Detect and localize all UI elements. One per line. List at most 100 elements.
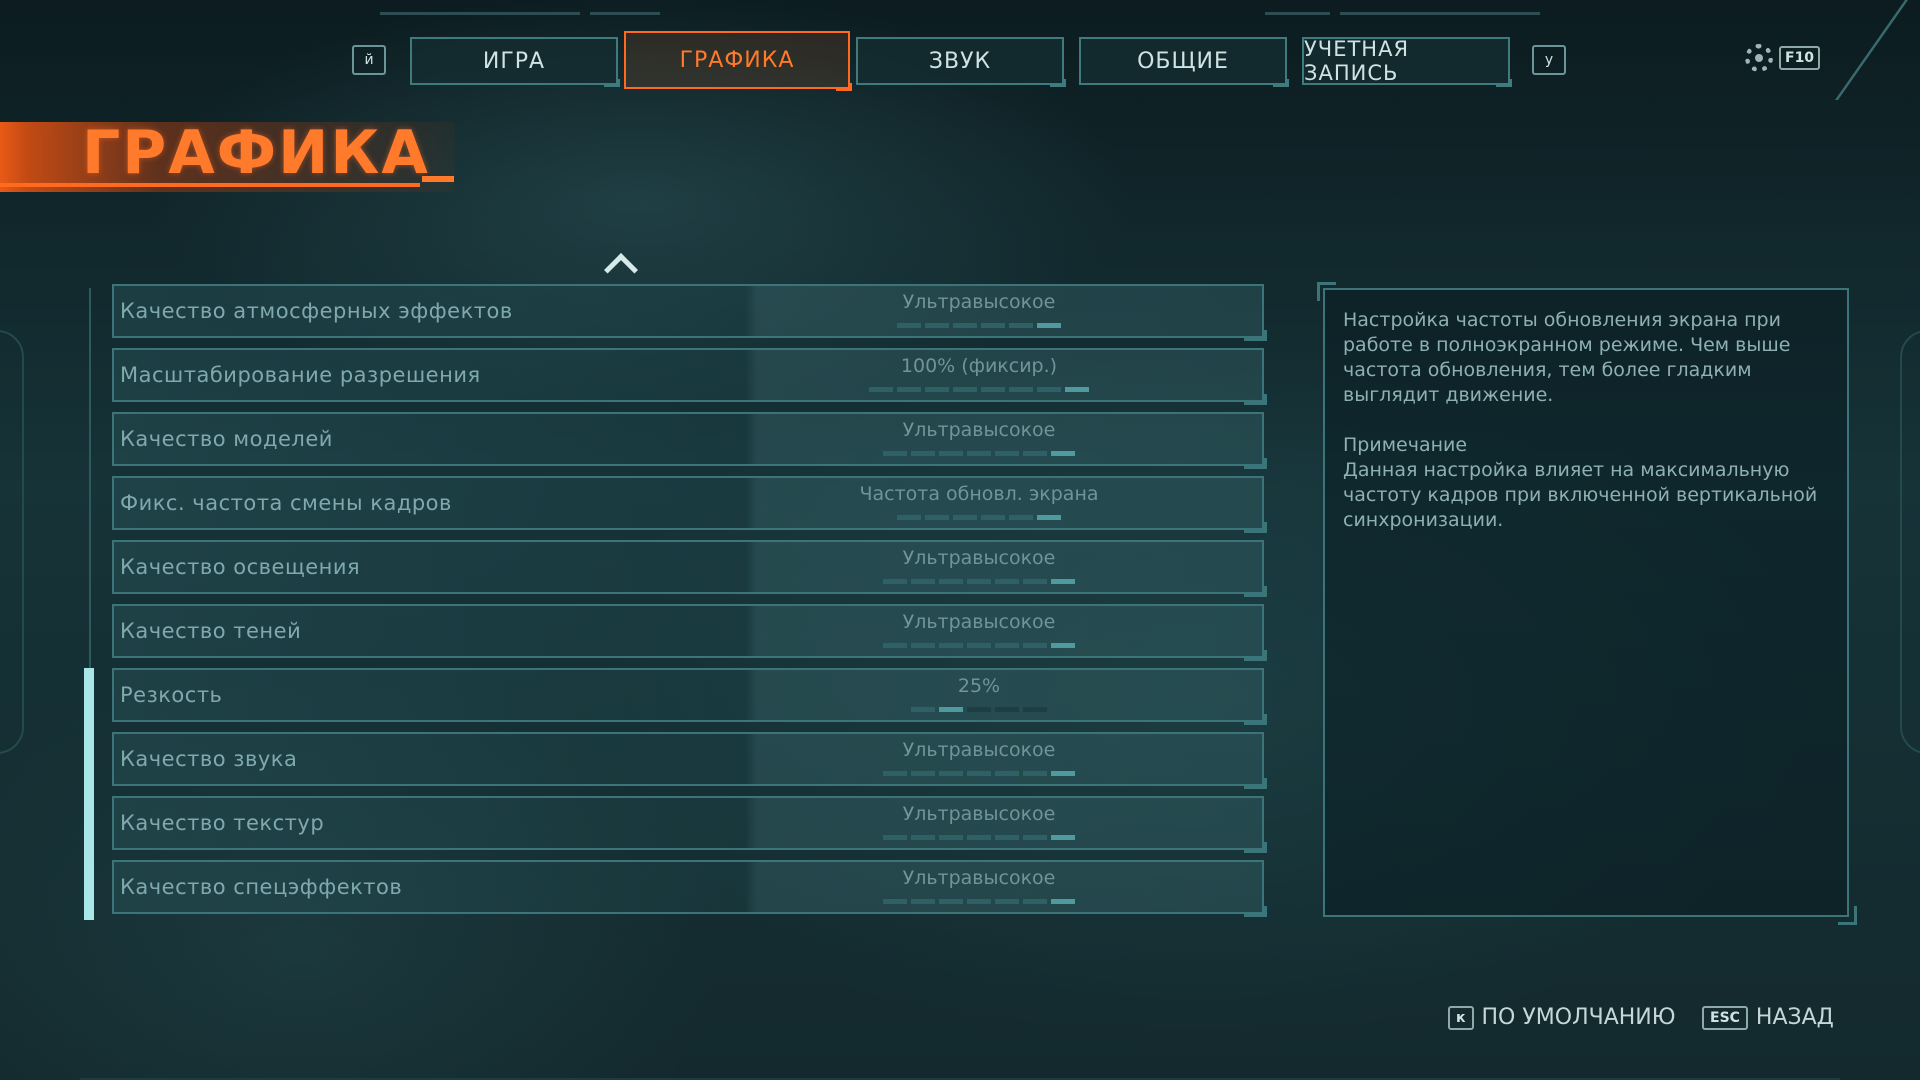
setting-row[interactable]: Качество спецэффектов Ультравысокое bbox=[112, 860, 1267, 917]
next-tab-key[interactable]: у bbox=[1532, 45, 1566, 75]
level-segment bbox=[939, 835, 963, 840]
default-label: ПО УМОЛЧАНИЮ bbox=[1481, 1005, 1676, 1030]
level-segment bbox=[939, 643, 963, 648]
level-segment bbox=[939, 771, 963, 776]
scrollbar-thumb[interactable] bbox=[84, 668, 94, 920]
setting-label: Качество моделей bbox=[120, 427, 333, 451]
setting-row[interactable]: Резкость 25% bbox=[112, 668, 1267, 725]
setting-row[interactable]: Качество освещения Ультравысокое bbox=[112, 540, 1267, 597]
level-segment bbox=[939, 707, 963, 712]
setting-value: 25% bbox=[957, 675, 1001, 697]
setting-value: Ультравысокое bbox=[902, 803, 1056, 825]
level-segment bbox=[883, 451, 907, 456]
level-segment bbox=[995, 643, 1019, 648]
setting-row[interactable]: Качество звука Ультравысокое bbox=[112, 732, 1267, 789]
side-frame-left bbox=[0, 330, 24, 754]
level-segment bbox=[1023, 579, 1047, 584]
settings-shortcut[interactable]: F10 bbox=[1745, 44, 1821, 72]
setting-level-bar[interactable] bbox=[883, 835, 1075, 840]
level-segment bbox=[897, 387, 921, 392]
tab-sound[interactable]: ЗВУК bbox=[856, 37, 1066, 87]
setting-label: Качество текстур bbox=[120, 811, 325, 835]
level-segment bbox=[925, 323, 949, 328]
setting-value: Частота обновл. экрана bbox=[859, 483, 1099, 505]
corner-deco bbox=[1834, 0, 1920, 100]
default-key: к bbox=[1448, 1005, 1474, 1030]
level-segment bbox=[1037, 387, 1061, 392]
back-label: НАЗАД bbox=[1755, 1005, 1834, 1030]
level-segment bbox=[995, 707, 1019, 712]
side-frame-right bbox=[1900, 330, 1920, 754]
setting-level-bar[interactable] bbox=[897, 515, 1061, 520]
level-segment bbox=[967, 643, 991, 648]
info-description: Настройка частоты обновления экрана при … bbox=[1343, 309, 1791, 406]
level-segment bbox=[897, 323, 921, 328]
setting-level-bar[interactable] bbox=[897, 323, 1061, 328]
level-segment bbox=[995, 899, 1019, 904]
setting-level-bar[interactable] bbox=[869, 387, 1089, 392]
level-segment bbox=[981, 387, 1005, 392]
level-segment bbox=[1023, 899, 1047, 904]
setting-level-bar[interactable] bbox=[883, 451, 1075, 456]
prev-tab-key[interactable]: й bbox=[352, 45, 386, 75]
level-segment bbox=[1009, 387, 1033, 392]
setting-label: Масштабирование разрешения bbox=[120, 363, 481, 387]
level-segment bbox=[1037, 323, 1061, 328]
level-segment bbox=[953, 515, 977, 520]
default-button[interactable]: к ПО УМОЛЧАНИЮ bbox=[1448, 1005, 1676, 1030]
back-button[interactable]: ESC НАЗАД bbox=[1702, 1005, 1834, 1030]
scroll-up-icon[interactable] bbox=[604, 253, 638, 287]
level-segment bbox=[883, 899, 907, 904]
setting-row[interactable]: Качество теней Ультравысокое bbox=[112, 604, 1267, 661]
back-key: ESC bbox=[1702, 1005, 1748, 1030]
level-segment bbox=[1051, 835, 1075, 840]
level-segment bbox=[883, 771, 907, 776]
level-segment bbox=[1009, 323, 1033, 328]
level-segment bbox=[967, 579, 991, 584]
setting-row[interactable]: Качество моделей Ультравысокое bbox=[112, 412, 1267, 469]
level-segment bbox=[939, 451, 963, 456]
tab-graphics[interactable]: ГРАФИКА bbox=[624, 31, 852, 91]
top-deco-line bbox=[590, 12, 660, 15]
level-segment bbox=[1023, 643, 1047, 648]
top-deco-line bbox=[1265, 12, 1330, 15]
level-segment bbox=[995, 771, 1019, 776]
level-segment bbox=[911, 771, 935, 776]
graphics-settings-screen: { "nav": { "prev_key": "й", "next_key": … bbox=[0, 0, 1920, 1080]
setting-level-bar[interactable] bbox=[883, 579, 1075, 584]
setting-row[interactable]: Качество текстур Ультравысокое bbox=[112, 796, 1267, 853]
setting-row[interactable]: Качество атмосферных эффектов Ультравысок… bbox=[112, 284, 1267, 341]
setting-label: Фикс. частота смены кадров bbox=[120, 491, 452, 515]
level-segment bbox=[911, 835, 935, 840]
level-segment bbox=[981, 323, 1005, 328]
level-segment bbox=[925, 387, 949, 392]
level-segment bbox=[967, 451, 991, 456]
setting-value: 100% (фиксир.) bbox=[900, 355, 1058, 377]
setting-value: Ультравысокое bbox=[902, 291, 1056, 313]
setting-label: Качество теней bbox=[120, 619, 302, 643]
tab-game[interactable]: ИГРА bbox=[410, 37, 620, 87]
setting-level-bar[interactable] bbox=[883, 771, 1075, 776]
setting-level-bar[interactable] bbox=[883, 899, 1075, 904]
level-segment bbox=[995, 835, 1019, 840]
setting-label: Резкость bbox=[120, 683, 223, 707]
setting-label: Качество спецэффектов bbox=[120, 875, 403, 899]
setting-row[interactable]: Масштабирование разрешения 100% (фиксир.) bbox=[112, 348, 1267, 405]
top-deco-line bbox=[380, 12, 580, 15]
level-segment bbox=[1051, 643, 1075, 648]
level-segment bbox=[1051, 451, 1075, 456]
tab-general[interactable]: ОБЩИЕ bbox=[1079, 37, 1289, 87]
setting-level-bar[interactable] bbox=[883, 643, 1075, 648]
info-panel: Настройка частоты обновления экрана при … bbox=[1323, 288, 1849, 917]
setting-label: Качество звука bbox=[120, 747, 298, 771]
level-segment bbox=[995, 579, 1019, 584]
setting-value: Ультравысокое bbox=[902, 419, 1056, 441]
setting-row[interactable]: Фикс. частота смены кадров Частота обновл… bbox=[112, 476, 1267, 533]
setting-level-bar[interactable] bbox=[911, 707, 1047, 712]
settings-key: F10 bbox=[1779, 46, 1821, 70]
tab-account[interactable]: УЧЕТНАЯ ЗАПИСЬ bbox=[1302, 37, 1512, 87]
level-segment bbox=[1051, 899, 1075, 904]
level-segment bbox=[911, 643, 935, 648]
level-segment bbox=[1037, 515, 1061, 520]
level-segment bbox=[995, 451, 1019, 456]
